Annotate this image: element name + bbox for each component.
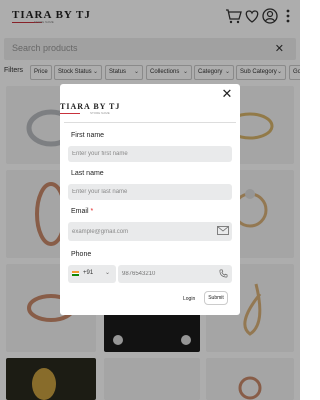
first-name-field[interactable] — [68, 146, 232, 162]
submit-button[interactable]: Submit — [204, 291, 228, 305]
chevron-down-icon: ⌄ — [105, 270, 111, 276]
phone-label: Phone — [71, 251, 92, 258]
required-mark: * — [90, 208, 94, 215]
country-code-select[interactable]: +91 ⌄ — [68, 265, 116, 283]
modal-logo-tagline: STORE NAME — [90, 111, 110, 115]
phone-field[interactable] — [118, 265, 232, 283]
last-name-field[interactable] — [68, 184, 232, 200]
close-icon[interactable]: ✕ — [220, 87, 234, 101]
email-label: Email * — [71, 208, 93, 215]
india-flag-icon — [72, 271, 79, 276]
mail-icon — [217, 226, 229, 235]
modal-logo-underline — [60, 113, 80, 114]
first-name-label: First name — [71, 132, 105, 139]
email-label-text: Email — [71, 208, 89, 215]
login-link[interactable]: Login — [183, 296, 195, 302]
last-name-label: Last name — [71, 170, 104, 177]
country-code: +91 — [83, 270, 94, 276]
email-field[interactable] — [68, 222, 232, 241]
phone-icon — [219, 269, 228, 278]
modal-brand-name: TIARA BY TJ — [60, 102, 121, 111]
modal-divider — [64, 122, 236, 123]
